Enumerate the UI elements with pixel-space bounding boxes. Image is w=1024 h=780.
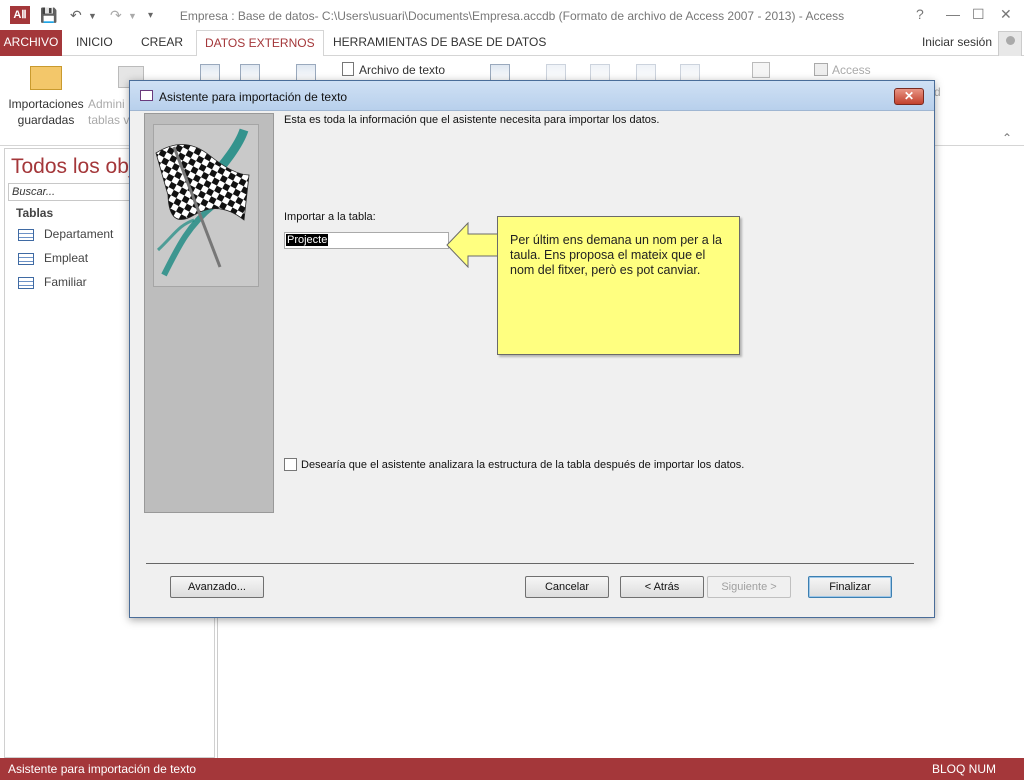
- nav-item-label: Departament: [44, 227, 114, 241]
- help-button[interactable]: ?: [916, 6, 924, 22]
- text-file-button[interactable]: Archivo de texto: [359, 62, 445, 78]
- import-table-label: Importar a la tabla:: [284, 211, 376, 223]
- nav-item-empleat[interactable]: Empleat: [18, 251, 88, 269]
- analyze-table-label[interactable]: Desearía que el asistente analizara la e…: [301, 459, 744, 471]
- window-title: Empresa : Base de datos- C:\Users\usuari…: [179, 9, 845, 23]
- nav-item-label: Empleat: [44, 251, 89, 265]
- tutorial-callout: Per últim ens demana un nom per a la tau…: [497, 216, 740, 355]
- table-icon: [18, 228, 34, 241]
- export-access-button: Access: [832, 63, 871, 77]
- table-icon: [18, 252, 34, 265]
- nav-group-tablas[interactable]: Tablas: [16, 206, 53, 220]
- callout-text: Per últim ens demana un nom per a la tau…: [510, 233, 722, 277]
- nav-item-departament[interactable]: Departament: [18, 227, 113, 245]
- nav-search-input[interactable]: Buscar...: [8, 183, 132, 201]
- nav-item-familiar[interactable]: Familiar: [18, 275, 87, 293]
- dialog-intro-text: Esta es toda la información que el asist…: [284, 114, 660, 126]
- nav-item-label: Familiar: [44, 275, 87, 289]
- callout-arrow-icon: [446, 222, 502, 268]
- linked-table-label-1: Admini: [88, 97, 125, 111]
- wizard-icon: [140, 90, 153, 101]
- saved-imports-button[interactable]: Importaciones guardadas: [4, 96, 88, 128]
- table-icon: [18, 276, 34, 289]
- nav-title[interactable]: Todos los obj: [11, 155, 134, 179]
- status-bar: Asistente para importación de texto BLOQ…: [0, 758, 1024, 780]
- tab-crear[interactable]: CREAR: [133, 30, 191, 56]
- text-file-icon[interactable]: [342, 62, 354, 76]
- maximize-button[interactable]: ☐: [972, 6, 985, 23]
- dialog-close-button[interactable]: ✕: [894, 88, 924, 105]
- minimize-button[interactable]: —: [946, 6, 960, 22]
- status-text: Asistente para importación de texto: [8, 762, 197, 776]
- finish-button[interactable]: Finalizar: [808, 576, 892, 598]
- checkered-flag-icon: [153, 124, 259, 287]
- dialog-divider: [146, 563, 914, 564]
- avatar[interactable]: [998, 31, 1022, 57]
- ribbon-tabs: ARCHIVO INICIO CREAR DATOS EXTERNOS HERR…: [0, 30, 1024, 57]
- tab-herramientas[interactable]: HERRAMIENTAS DE BASE DE DATOS: [325, 30, 554, 56]
- table-name-input[interactable]: Projecte: [284, 232, 449, 249]
- saved-imports-label-1: Importaciones: [8, 97, 84, 111]
- num-lock-indicator: BLOQ NUM: [931, 762, 996, 776]
- dialog-title-bar[interactable]: Asistente para importación de texto ✕: [130, 81, 934, 111]
- tab-inicio[interactable]: INICIO: [68, 30, 121, 56]
- analyze-table-checkbox[interactable]: [284, 458, 297, 471]
- cancel-button[interactable]: Cancelar: [525, 576, 609, 598]
- signin-link[interactable]: Iniciar sesión: [922, 35, 992, 49]
- dialog-title: Asistente para importación de texto: [159, 90, 348, 104]
- tab-datos-externos[interactable]: DATOS EXTERNOS: [196, 30, 324, 57]
- title-bar: AⅡ 💾 ↶ ▼ ↷ ▼ ▾ Empresa : Base de datos- …: [0, 0, 1024, 30]
- advanced-button[interactable]: Avanzado...: [170, 576, 264, 598]
- access-export-icon: [814, 63, 828, 76]
- next-button: Siguiente >: [707, 576, 791, 598]
- attachment-icon: [752, 62, 770, 78]
- tab-archivo[interactable]: ARCHIVO: [0, 30, 62, 56]
- saved-imports-icon[interactable]: [30, 66, 62, 90]
- linked-table-manager-button: Admini tablas v: [88, 96, 132, 128]
- table-name-value: Projecte: [286, 234, 329, 246]
- close-button[interactable]: ✕: [1000, 6, 1012, 23]
- wizard-side-panel: [144, 113, 274, 513]
- ribbon-partial-label: d: [934, 85, 941, 99]
- linked-table-label-2: tablas v: [88, 113, 130, 127]
- saved-imports-label-2: guardadas: [17, 113, 75, 127]
- back-button[interactable]: < Atrás: [620, 576, 704, 598]
- collapse-ribbon-icon[interactable]: ⌃: [1002, 131, 1012, 145]
- dialog-body: Esta es toda la información que el asist…: [136, 111, 928, 613]
